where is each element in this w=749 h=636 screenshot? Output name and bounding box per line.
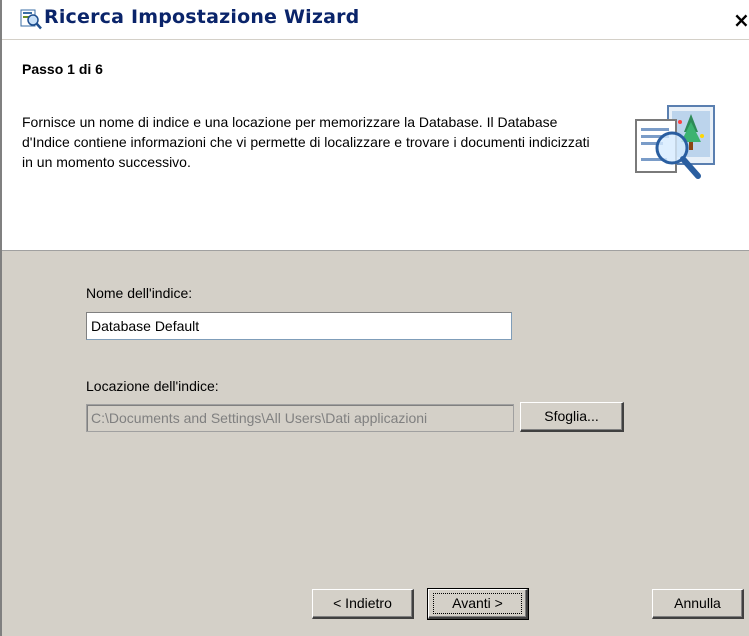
index-name-label: Nome dell'indice:	[86, 285, 193, 301]
window-title: Ricerca Impostazione Wizard	[44, 6, 360, 28]
step-description: Fornisce un nome di indice e una locazio…	[22, 114, 590, 170]
cancel-button[interactable]: Annulla	[652, 589, 744, 619]
close-icon[interactable]: ×	[733, 8, 749, 32]
next-button[interactable]: Avanti >	[427, 588, 529, 620]
browse-button[interactable]: Sfoglia...	[520, 402, 624, 432]
cancel-button-label: Annulla	[674, 595, 721, 611]
step-indicator: Passo 1 di 6	[22, 61, 103, 77]
index-location-label: Locazione dell'indice:	[86, 378, 219, 394]
wizard-dialog: Ricerca Impostazione Wizard × Passo 1 di…	[0, 0, 749, 636]
back-button-label: < Indietro	[333, 595, 392, 611]
document-magnifier-icon	[632, 102, 720, 190]
index-location-field	[86, 404, 514, 432]
index-name-field[interactable]	[86, 312, 512, 340]
title-bar[interactable]: Ricerca Impostazione Wizard ×	[2, 0, 749, 40]
back-button[interactable]: < Indietro	[312, 589, 414, 619]
browse-button-label: Sfoglia...	[544, 408, 599, 424]
next-button-label: Avanti >	[452, 595, 503, 611]
wizard-header: Passo 1 di 6 Fornisce un nome di indice …	[2, 40, 749, 251]
search-wizard-icon	[20, 8, 42, 30]
